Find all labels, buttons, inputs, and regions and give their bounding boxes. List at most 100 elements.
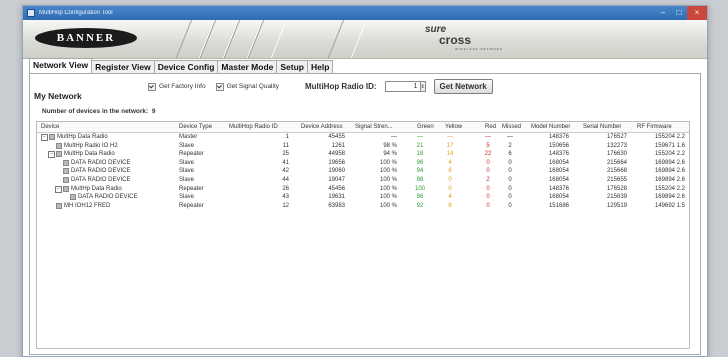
cell-signal: 100 % (379, 159, 397, 166)
cell-address: 19656 (328, 159, 345, 166)
cell-serial: 215668 (606, 168, 627, 175)
window-title: MultiHop Configuration Tool (39, 10, 113, 16)
cell-green: 92 (416, 202, 424, 209)
tree-expander-icon[interactable]: − (41, 134, 48, 141)
brand-banner: BANNER sure cross WIRELESS NETWORK (23, 20, 707, 59)
cell-red: 0 (486, 168, 490, 175)
cell-red: 5 (486, 142, 490, 149)
cell-serial: 215664 (606, 159, 627, 166)
device-name[interactable]: MultHp Data Radio (64, 150, 115, 158)
device-name[interactable]: DATA RADIO DEVICE (71, 159, 130, 167)
device-name[interactable]: DATA RADIO DEVICE (71, 167, 130, 175)
cell-model: 168054 (548, 194, 569, 201)
cell-yellow: — (447, 134, 453, 140)
device-name[interactable]: MultHp Radio IO H2 (64, 142, 118, 150)
tab-help[interactable]: Help (307, 60, 334, 74)
app-icon (27, 9, 35, 17)
table-row[interactable]: MH IOH12 FRED Repeater 12 63983 100 % 92 8 0 0 15… (37, 202, 689, 210)
col-signal-strength[interactable]: Signal Stren... (355, 123, 393, 131)
tab-setup[interactable]: Setup (276, 60, 308, 74)
cell-model: 168054 (548, 177, 569, 183)
cell-yellow: 4 (448, 159, 452, 166)
cell-signal: 98 % (383, 142, 397, 149)
cell-missed: 0 (508, 202, 512, 209)
device-name[interactable]: MH IOH12 FRED (64, 202, 110, 210)
device-icon (63, 185, 69, 192)
signal-quality-checkbox[interactable] (215, 82, 224, 91)
get-network-button[interactable]: Get Network (433, 79, 493, 94)
col-device-type[interactable]: Device Type (179, 123, 212, 131)
cell-missed: 0 (508, 177, 512, 183)
tab-device-config[interactable]: Device Config (153, 60, 219, 74)
device-icon (56, 142, 62, 149)
col-missed[interactable]: Missed (502, 123, 521, 131)
cell-missed: — (507, 134, 513, 140)
cell-radio-id: 1 (285, 134, 289, 140)
device-name[interactable]: DATA RADIO DEVICE (78, 193, 137, 201)
factory-info-checkbox[interactable] (148, 82, 156, 91)
cell-serial: 176528 (606, 185, 627, 192)
cell-signal: 100 % (379, 185, 397, 192)
device-name[interactable]: MultHp Data Radio (71, 185, 122, 193)
device-icon (70, 194, 76, 201)
device-name[interactable]: MultHp Data Radio (57, 133, 108, 141)
cell-red: — (485, 134, 491, 140)
cell-yellow: 0 (448, 185, 452, 192)
cell-signal: 100 % (379, 168, 397, 175)
col-red[interactable]: Red (485, 123, 496, 131)
maximize-icon[interactable]: □ (671, 6, 687, 20)
radio-id-spinner[interactable]: ⇕ (420, 81, 426, 92)
col-yellow[interactable]: Yellow (445, 123, 462, 131)
cell-yellow: 4 (448, 194, 452, 201)
tab-bar: Network View Register View Device Config… (29, 58, 334, 74)
table-row[interactable]: DATA RADIO DEVICE Slave 41 19656 100 % 96 4 0 0 1… (37, 159, 689, 167)
col-device[interactable]: Device (41, 123, 59, 131)
tree-expander-icon[interactable]: − (55, 185, 62, 193)
banner-divider (326, 20, 368, 58)
cell-fw: 159671 1.6 (654, 142, 685, 149)
device-name[interactable]: DATA RADIO DEVICE (71, 176, 130, 184)
col-rf-firmware[interactable]: RF Firmware (637, 123, 672, 131)
tab-register-view[interactable]: Register View (91, 60, 155, 74)
cell-signal: 100 % (379, 194, 397, 201)
cell-model: 151686 (548, 202, 569, 209)
device-table[interactable]: Device Device Type MultiHop Radio ID Dev… (36, 121, 690, 349)
tab-master-mode[interactable]: Master Mode (217, 60, 278, 74)
cell-type: Slave (179, 142, 195, 149)
cell-green: 96 (416, 194, 424, 201)
cell-green: — (417, 134, 423, 140)
minimize-icon[interactable]: – (655, 6, 671, 20)
table-row[interactable]: − MultHp Data Radio Master 1 45455 — — — — — 14837… (37, 133, 689, 141)
col-serial-number[interactable]: Serial Number (583, 123, 621, 131)
col-green[interactable]: Green (417, 123, 434, 131)
table-row[interactable]: DATA RADIO DEVICE Slave 43 19631 100 % 96 4 0 0 1… (37, 193, 689, 201)
tab-network-view[interactable]: Network View (29, 58, 93, 74)
cell-address: 19631 (328, 194, 345, 201)
factory-info-label: Get Factory Info (159, 83, 206, 90)
cell-missed: 2 (508, 142, 512, 149)
table-row[interactable]: DATA RADIO DEVICE Slave 42 19060 100 % 94 6 0 0 1… (37, 167, 689, 175)
col-radio-id[interactable]: MultiHop Radio ID (229, 123, 278, 131)
cell-yellow: 17 (446, 142, 454, 149)
cell-address: 45456 (328, 185, 345, 192)
col-device-address[interactable]: Device Address (301, 123, 343, 131)
table-row[interactable]: − MultHp Data Radio Repeater 25 44958 94 % 18 1… (37, 150, 689, 159)
radio-id-input[interactable]: 1 (384, 81, 421, 92)
table-row[interactable]: − MultHp Data Radio Repeater 26 45456 100 % 10… (37, 185, 689, 193)
close-icon[interactable]: × (687, 6, 707, 20)
cell-address: 19060 (328, 168, 345, 175)
cell-fw: 149692 1.5 (654, 202, 685, 209)
cell-red: 0 (486, 194, 490, 201)
cell-red: 0 (486, 202, 490, 209)
table-row[interactable]: DATA RADIO DEVICE Slave 44 19047 100 % 98 0 2 0 1… (37, 176, 689, 184)
cell-yellow: 0 (448, 177, 452, 183)
table-row[interactable]: MultHp Radio IO H2 Slave 11 1261 98 % 21 17 5 2 1… (37, 142, 689, 150)
cell-fw: 169894 2.6 (654, 168, 685, 175)
cell-radio-id: 12 (282, 202, 289, 209)
col-model-number[interactable]: Model Number (531, 123, 570, 131)
cell-address: 19047 (328, 177, 345, 183)
tree-expander-icon[interactable]: − (48, 151, 55, 159)
cell-fw: 155204 2.2 (654, 151, 685, 158)
cell-serial: 176630 (606, 151, 627, 158)
network-view-panel: Get Factory Info Get Signal Quality Mult… (29, 73, 701, 355)
